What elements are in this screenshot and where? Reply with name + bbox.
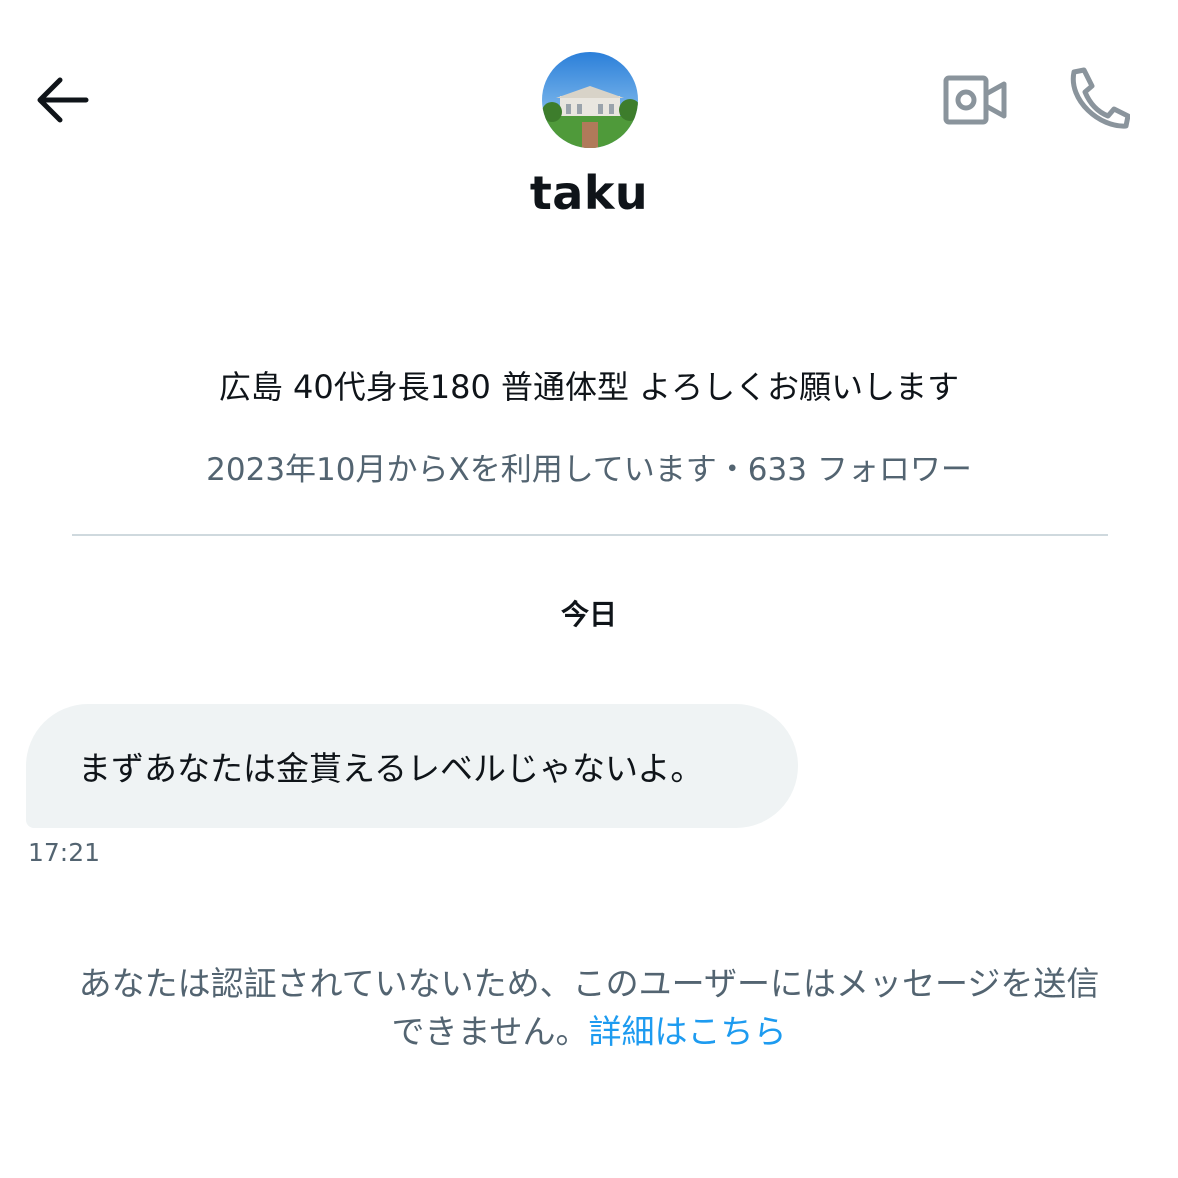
arrow-left-icon: [37, 77, 89, 123]
profile-meta: 2023年10月からXを利用しています・633 フォロワー: [206, 452, 972, 488]
message-bubble[interactable]: まずあなたは金貰えるレベルじゃないよ。: [26, 704, 798, 828]
avatar[interactable]: [542, 52, 638, 148]
message-text: まずあなたは金貰えるレベルじゃないよ。: [78, 749, 704, 788]
message-timestamp: 17:21: [28, 838, 101, 867]
notice-line-2: できません。詳細はこちら: [0, 1008, 1178, 1056]
notice-text: できません。: [391, 1012, 589, 1051]
notice-line-1: あなたは認証されていないため、このユーザーにはメッセージを送信: [78, 964, 1100, 1003]
video-camera-icon: [943, 75, 1007, 125]
phone-icon: [1070, 67, 1131, 129]
cannot-message-notice: あなたは認証されていないため、このユーザーにはメッセージを送信 できません。詳細…: [0, 960, 1178, 1056]
phone-call-button[interactable]: [1060, 64, 1131, 134]
back-button[interactable]: [30, 70, 94, 130]
divider: [72, 534, 1108, 536]
profile-username[interactable]: taku: [0, 166, 1178, 220]
day-separator: 今日: [560, 598, 617, 631]
avatar-image: [542, 52, 638, 148]
profile-bio: 広島 40代身長180 普通体型 よろしくお願いします: [218, 368, 960, 406]
video-call-button[interactable]: [940, 70, 1010, 130]
learn-more-link[interactable]: 詳細はこちら: [589, 1012, 787, 1051]
